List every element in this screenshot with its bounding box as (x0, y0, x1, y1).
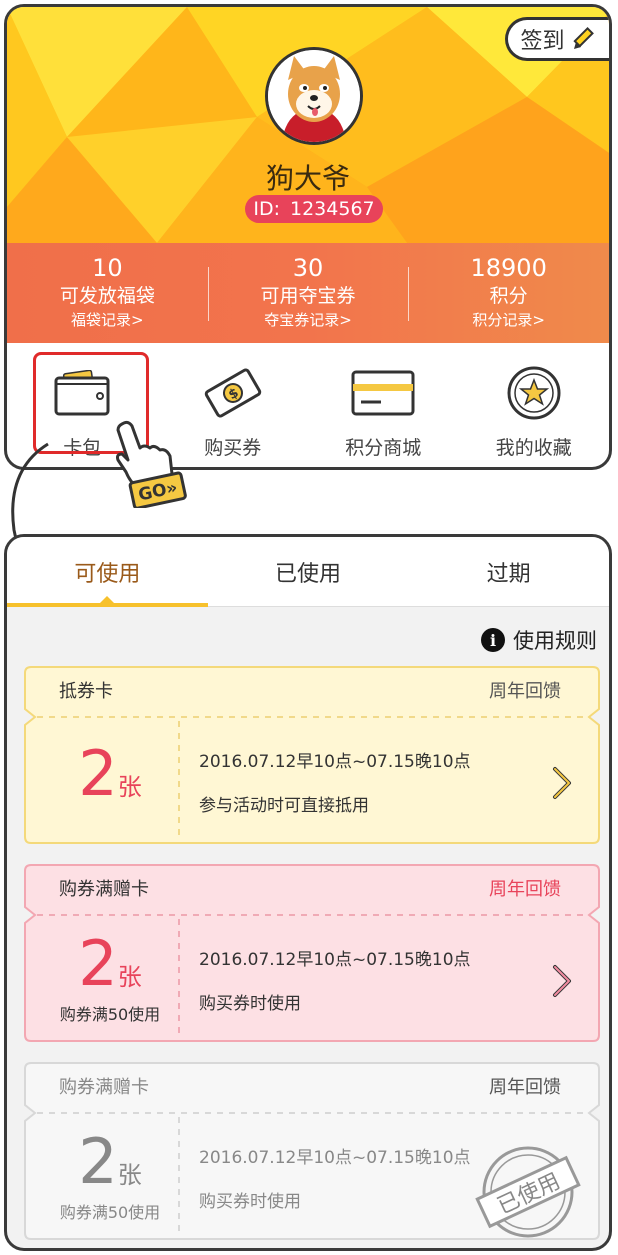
user-id-badge: ID: 1234567 (245, 195, 383, 223)
coupon-valid-time: 2016.07.12早10点~07.15晚10点 (199, 950, 471, 970)
coupon-count: 2张 (45, 743, 175, 805)
tab-available[interactable]: 可使用 (7, 537, 208, 607)
checkin-button[interactable]: 签到 (505, 17, 609, 61)
quick-item-label: 积分商城 (345, 437, 422, 459)
coupon-valid-time: 2016.07.12早10点~07.15晚10点 (199, 752, 471, 772)
stat-record-link[interactable]: 积分记录> (408, 309, 609, 331)
profile-card: 签到 狗大爷 ID: 1234567 10 可发放福袋 福袋记录> 30 可用夺… (4, 4, 612, 470)
quick-item-label: 我的收藏 (495, 437, 572, 459)
chevron-right-icon (553, 767, 571, 799)
hand-pointer-icon: GO» (116, 420, 187, 508)
wallet-icon (54, 370, 110, 416)
coupon-count-unit: 张 (117, 1161, 142, 1189)
credit-card-icon (351, 370, 415, 416)
coupon-card[interactable]: 购券满赠卡 周年回馈 2张 购券满50使用 2016.07.12早10点~07.… (23, 1061, 601, 1241)
profile-header: 签到 狗大爷 ID: 1234567 (7, 7, 609, 243)
coupon-condition: 购券满50使用 (59, 1203, 161, 1222)
tab-expired[interactable]: 过期 (408, 537, 609, 606)
stat-label: 可发放福袋 (59, 285, 155, 307)
quick-item-label: 购买券 (204, 437, 262, 459)
avatar[interactable] (265, 47, 363, 145)
stat-record-link[interactable]: 福袋记录> (7, 309, 208, 331)
used-stamp-icon: 已使用 (475, 1146, 581, 1238)
user-nickname: 狗大爷 (265, 162, 350, 195)
stat-label: 可用夺宝券 (260, 285, 356, 307)
coupon-description: 参与活动时可直接抵用 (199, 796, 369, 816)
stat-label: 积分 (489, 285, 528, 307)
stat-treasure-coupons[interactable]: 30 可用夺宝券 夺宝券记录> (207, 243, 409, 343)
checkin-label: 签到 (520, 29, 565, 54)
stat-lucky-bags[interactable]: 10 可发放福袋 福袋记录> (7, 243, 208, 343)
coupon-valid-time: 2016.07.12早10点~07.15晚10点 (199, 1148, 471, 1168)
quick-item-points-mall[interactable]: 积分商城 (308, 343, 459, 467)
quick-item-favorites[interactable]: 我的收藏 (459, 343, 610, 467)
card-wallet-panel: 可使用 已使用 过期 i 使用规则 抵券卡 周年回馈 2张 2016.07.12… (4, 534, 612, 1251)
coupon-count: 2张 (45, 933, 175, 995)
chevron-right-icon (553, 965, 571, 997)
coupon-name: 购券满赠卡 (59, 879, 149, 900)
star-icon (507, 366, 561, 420)
tab-used[interactable]: 已使用 (208, 537, 409, 606)
coupon-tag: 周年回馈 (489, 879, 561, 900)
coupon-name: 抵券卡 (59, 681, 113, 702)
coupon-condition: 购券满50使用 (59, 1005, 161, 1024)
stat-value: 18900 (470, 254, 547, 282)
stat-points[interactable]: 18900 积分 积分记录> (408, 243, 609, 343)
coupon-name: 购券满赠卡 (59, 1077, 149, 1098)
stats-bar: 10 可发放福袋 福袋记录> 30 可用夺宝券 夺宝券记录> 18900 积分 … (7, 243, 609, 343)
coupon-card[interactable]: 购券满赠卡 周年回馈 2张 购券满50使用 2016.07.12早10点~07.… (23, 863, 601, 1043)
user-id-value: 1234567 (290, 198, 375, 220)
coupon-count-number: 2 (78, 1125, 118, 1198)
coupon-description: 购买券时使用 (199, 994, 301, 1014)
usage-rules-label: 使用规则 (513, 629, 597, 653)
coupon-count-number: 2 (78, 737, 118, 810)
shiba-dog-avatar-icon (268, 50, 360, 142)
coupon-tag: 周年回馈 (489, 1077, 561, 1098)
user-id-label: ID: (253, 198, 280, 220)
coupon-count-unit: 张 (117, 773, 142, 801)
coupon-description: 购买券时使用 (199, 1192, 301, 1212)
coupon-ticket-icon: $ (204, 368, 261, 418)
coupon-status-tabs: 可使用 已使用 过期 (7, 537, 609, 607)
pencil-icon (572, 26, 594, 49)
stat-record-link[interactable]: 夺宝券记录> (208, 309, 409, 331)
coupon-count-number: 2 (78, 927, 118, 1000)
info-icon: i (481, 628, 505, 652)
usage-rules-link[interactable]: i 使用规则 (481, 625, 597, 655)
coupon-card[interactable]: 抵券卡 周年回馈 2张 2016.07.12早10点~07.15晚10点 参与活… (23, 665, 601, 845)
coupon-count-unit: 张 (117, 963, 142, 991)
coupon-tag: 周年回馈 (489, 681, 561, 702)
coupon-count: 2张 (45, 1131, 175, 1193)
stat-value: 10 (92, 254, 123, 282)
stat-value: 30 (292, 254, 324, 282)
